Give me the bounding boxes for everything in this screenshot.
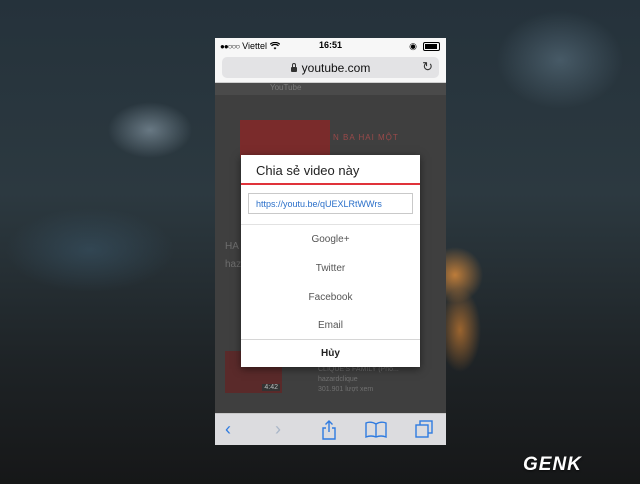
share-link-field[interactable]: https://youtu.be/qUEXLRtWWrs xyxy=(248,193,413,214)
address-bar[interactable]: youtube.com ↻ xyxy=(222,57,439,78)
genk-logo: GENK xyxy=(523,454,582,475)
safari-toolbar: ‹ › xyxy=(215,413,446,445)
thumbnail-duration: 4:42 xyxy=(262,384,280,391)
share-option-google-plus[interactable]: Google+ xyxy=(241,234,420,245)
related-views: 301.901 lượt xem xyxy=(318,386,374,393)
rotation-lock-icon: ◉ xyxy=(409,41,417,51)
share-option-email[interactable]: Email xyxy=(241,320,420,331)
cancel-button[interactable]: Hủy xyxy=(241,348,420,359)
share-option-twitter[interactable]: Twitter xyxy=(241,263,420,274)
address-bar-container: youtube.com ↻ xyxy=(215,55,446,83)
youtube-header-label: YouTube xyxy=(270,83,302,92)
reload-icon[interactable]: ↻ xyxy=(422,59,433,75)
battery-icon xyxy=(423,42,440,51)
youtube-header: YouTube xyxy=(215,83,446,95)
share-dialog-title: Chia sẻ video này xyxy=(256,163,360,178)
share-icon[interactable] xyxy=(321,420,337,440)
related-channel: hazardclique xyxy=(318,376,358,383)
bookmarks-icon[interactable] xyxy=(365,421,387,438)
related-video-info[interactable]: CLIQUE'S FAMILY (Phố... hazardclique 301… xyxy=(318,365,399,395)
status-right: ◉ xyxy=(409,41,440,52)
share-dialog-title-underline xyxy=(241,183,420,185)
lock-icon xyxy=(290,63,297,72)
share-option-facebook[interactable]: Facebook xyxy=(241,292,420,303)
address-url-row: youtube.com xyxy=(222,61,439,75)
status-bar: ●●○○○ Viettel 16:51 ◉ xyxy=(215,38,446,55)
share-dialog: Chia sẻ video này https://youtu.be/qUEXL… xyxy=(241,155,420,367)
divider xyxy=(241,224,420,225)
address-url: youtube.com xyxy=(301,61,371,75)
channel-banner xyxy=(240,120,330,158)
banner-text: N BA HAI MỘT xyxy=(333,133,399,142)
divider xyxy=(241,339,420,340)
back-icon[interactable]: ‹ xyxy=(225,419,231,440)
forward-icon[interactable]: › xyxy=(275,419,281,440)
tabs-icon[interactable] xyxy=(415,420,433,438)
